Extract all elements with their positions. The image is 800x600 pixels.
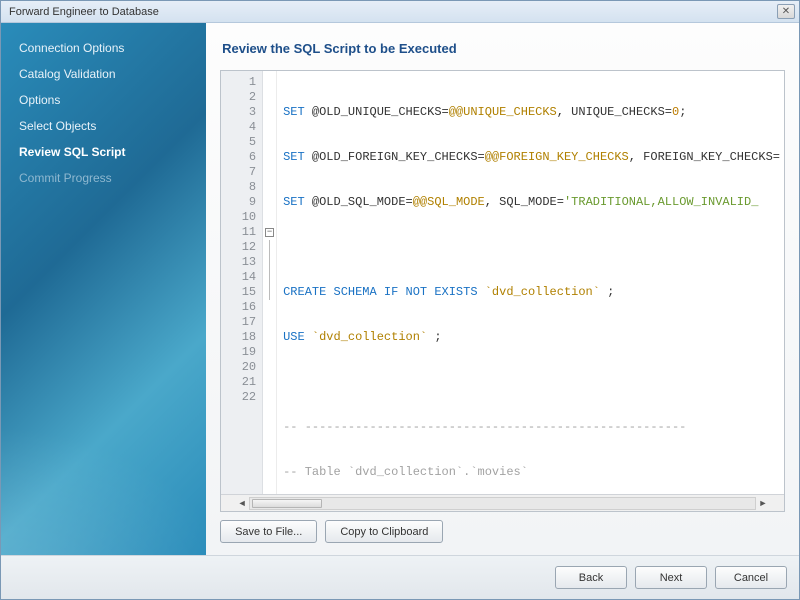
wizard-footer: Back Next Cancel <box>1 555 799 599</box>
step-review-sql-script[interactable]: Review SQL Script <box>1 139 206 165</box>
copy-to-clipboard-button[interactable]: Copy to Clipboard <box>325 520 443 543</box>
cancel-button[interactable]: Cancel <box>715 566 787 589</box>
code-text[interactable]: SET @OLD_UNIQUE_CHECKS=@@UNIQUE_CHECKS, … <box>277 71 784 494</box>
step-commit-progress: Commit Progress <box>1 165 206 191</box>
body: Connection Options Catalog Validation Op… <box>1 23 799 555</box>
close-icon: ✕ <box>782 6 790 17</box>
horizontal-scrollbar[interactable]: ◄ ► <box>221 494 784 511</box>
scroll-right-icon[interactable]: ► <box>756 498 770 508</box>
main-panel: Review the SQL Script to be Executed 123… <box>206 23 799 555</box>
editor-toolbar: Save to File... Copy to Clipboard <box>220 512 785 543</box>
line-number-gutter: 12345678910111213141516171819202122 <box>221 71 263 494</box>
page-title: Review the SQL Script to be Executed <box>222 41 785 56</box>
scroll-left-icon[interactable]: ◄ <box>235 498 249 508</box>
window-title: Forward Engineer to Database <box>5 6 777 18</box>
save-to-file-button[interactable]: Save to File... <box>220 520 317 543</box>
step-connection-options[interactable]: Connection Options <box>1 35 206 61</box>
scrollbar-thumb[interactable] <box>252 499 322 508</box>
fold-gutter[interactable]: − <box>263 71 277 494</box>
fold-toggle-icon[interactable]: − <box>265 228 274 237</box>
wizard-window: Forward Engineer to Database ✕ Connectio… <box>0 0 800 600</box>
close-button[interactable]: ✕ <box>777 4 795 19</box>
sql-editor[interactable]: 12345678910111213141516171819202122 − SE… <box>220 70 785 512</box>
code-area[interactable]: 12345678910111213141516171819202122 − SE… <box>221 71 784 494</box>
back-button[interactable]: Back <box>555 566 627 589</box>
step-catalog-validation[interactable]: Catalog Validation <box>1 61 206 87</box>
wizard-steps-sidebar: Connection Options Catalog Validation Op… <box>1 23 206 555</box>
step-options[interactable]: Options <box>1 87 206 113</box>
titlebar[interactable]: Forward Engineer to Database ✕ <box>1 1 799 23</box>
step-select-objects[interactable]: Select Objects <box>1 113 206 139</box>
next-button[interactable]: Next <box>635 566 707 589</box>
scrollbar-track[interactable] <box>249 497 756 510</box>
